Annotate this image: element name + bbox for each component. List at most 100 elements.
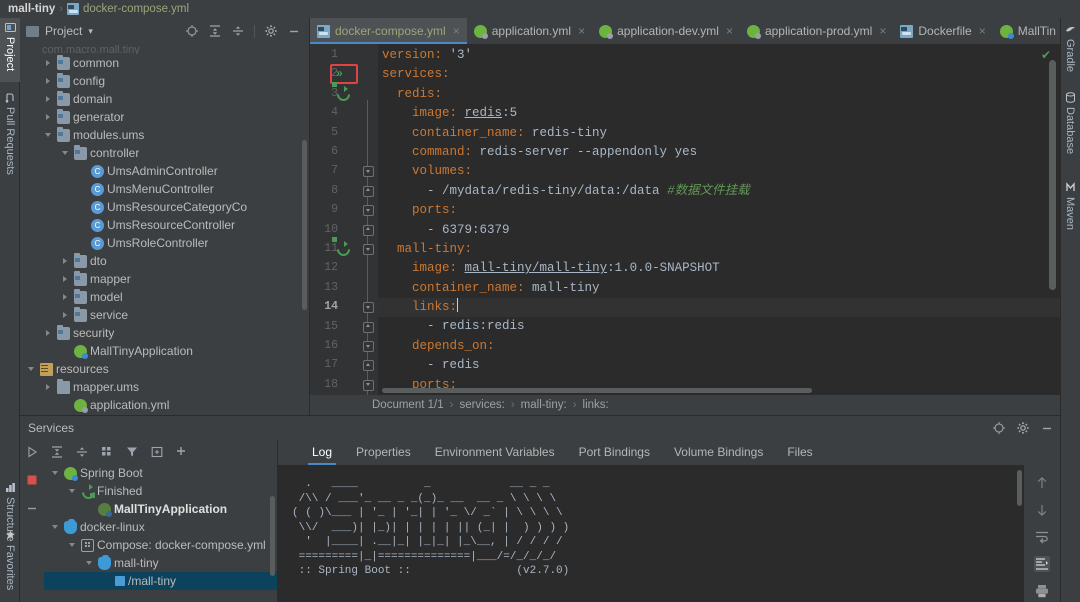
- editor-tab-dockerfile[interactable]: Dockerfile ×: [893, 18, 992, 44]
- breadcrumb-mall-tiny[interactable]: mall-tiny:: [521, 399, 567, 411]
- editor-gutter[interactable]: 1 2» 3 4 5 6 7 8 9 10 11 12 13 14 15 16 17 18: [310, 44, 378, 415]
- services-tree-scrollbar[interactable]: [270, 496, 275, 576]
- add-tab-icon[interactable]: [150, 445, 164, 459]
- editor-tab-malltin[interactable]: MallTin⌄: [993, 18, 1060, 44]
- breadcrumb-project[interactable]: mall-tiny: [8, 3, 55, 15]
- close-icon[interactable]: ×: [453, 25, 460, 37]
- chevron-right-icon[interactable]: [60, 310, 71, 321]
- sidebar-item-gradle[interactable]: Gradle: [1060, 20, 1080, 82]
- breadcrumb-services[interactable]: services:: [459, 399, 504, 411]
- code-line[interactable]: services:: [378, 65, 1060, 84]
- run-icon[interactable]: [25, 445, 39, 459]
- fold-marker-icon[interactable]: [363, 185, 374, 197]
- close-icon[interactable]: ×: [979, 25, 986, 37]
- tree-item-config[interactable]: config: [20, 72, 309, 90]
- services-item--mall-tiny[interactable]: /mall-tiny: [44, 572, 277, 590]
- fold-marker-icon[interactable]: [363, 166, 374, 178]
- sidebar-item-maven[interactable]: Maven: [1060, 178, 1080, 244]
- code-line[interactable]: command: redis-server --appendonly yes: [378, 143, 1060, 162]
- chevron-down-icon[interactable]: [50, 522, 61, 533]
- tree-item-common[interactable]: common: [20, 54, 309, 72]
- editor-horizontal-scrollbar[interactable]: [382, 388, 1080, 393]
- chevron-right-icon[interactable]: [43, 382, 54, 393]
- code-line[interactable]: - redis:redis: [378, 317, 1060, 336]
- fold-marker-icon[interactable]: [363, 321, 374, 333]
- minimize-icon[interactable]: [287, 24, 301, 38]
- minimize-icon[interactable]: [1040, 421, 1054, 435]
- tree-item-model[interactable]: model: [20, 288, 309, 306]
- project-tree[interactable]: com.macro.mall.tiny common config domain ge…: [20, 44, 309, 415]
- fold-marker-icon[interactable]: [363, 244, 374, 255]
- add-service-icon[interactable]: [175, 445, 189, 459]
- code-line[interactable]: version: '3': [378, 46, 1060, 65]
- tree-item-application-yml[interactable]: application.yml: [20, 396, 309, 414]
- tree-item-umsrolecontroller[interactable]: C UmsRoleController: [20, 234, 309, 252]
- collapse-all-icon[interactable]: [75, 445, 89, 459]
- sidebar-item-project[interactable]: Project: [0, 18, 20, 82]
- code-line[interactable]: - 6379:6379: [378, 221, 1060, 240]
- fold-marker-icon[interactable]: [363, 205, 374, 217]
- expand-all-icon[interactable]: [208, 24, 222, 38]
- editor-scrollbar[interactable]: [1049, 60, 1056, 290]
- sidebar-item-database[interactable]: Database: [1060, 88, 1080, 170]
- tree-item-resources[interactable]: resources: [20, 360, 309, 378]
- gear-icon[interactable]: [1016, 421, 1030, 435]
- editor-tab-application-dev-yml[interactable]: application-dev.yml ×: [592, 18, 740, 44]
- chevron-down-icon[interactable]: [50, 468, 61, 479]
- tree-item-mapper[interactable]: mapper: [20, 270, 309, 288]
- services-item-spring-boot[interactable]: Spring Boot: [44, 464, 277, 482]
- run-service-icon[interactable]: [332, 81, 350, 101]
- editor-tab-docker-compose-yml[interactable]: docker-compose.yml ×: [310, 18, 467, 44]
- close-icon[interactable]: ×: [578, 25, 585, 37]
- breadcrumb-links[interactable]: links:: [583, 399, 609, 411]
- code-line[interactable]: image: redis:5: [378, 104, 1060, 123]
- services-tab-properties[interactable]: Properties: [344, 440, 423, 465]
- chevron-down-icon[interactable]: [67, 540, 78, 551]
- code-line[interactable]: ports:: [378, 201, 1060, 220]
- services-tab-environment-variables[interactable]: Environment Variables: [423, 440, 567, 465]
- chevron-right-icon[interactable]: [43, 58, 54, 69]
- services-item-finished[interactable]: Finished: [44, 482, 277, 500]
- services-item-docker-linux[interactable]: docker-linux: [44, 518, 277, 536]
- tree-item-security[interactable]: security: [20, 324, 309, 342]
- gear-icon[interactable]: [264, 24, 278, 38]
- chevron-down-icon[interactable]: [84, 558, 95, 569]
- services-tree[interactable]: Spring Boot Finished MallTinyApplication do…: [44, 464, 277, 602]
- close-icon[interactable]: ×: [726, 25, 733, 37]
- tree-item-umsresourcecontroller[interactable]: C UmsResourceController: [20, 216, 309, 234]
- scroll-up-icon[interactable]: [1034, 475, 1050, 491]
- code-line[interactable]: volumes:: [378, 162, 1060, 181]
- chevron-right-icon[interactable]: [43, 112, 54, 123]
- code-line[interactable]: depends_on:: [378, 337, 1060, 356]
- breadcrumb-file[interactable]: docker-compose.yml: [83, 3, 189, 15]
- tree-item-dto[interactable]: dto: [20, 252, 309, 270]
- stop-icon[interactable]: [25, 473, 39, 487]
- run-service-icon[interactable]: [332, 237, 350, 256]
- tree-item-modules-ums[interactable]: modules.ums: [20, 126, 309, 144]
- code-line[interactable]: image: mall-tiny/mall-tiny:1.0.0-SNAPSHO…: [378, 259, 1060, 278]
- code-line[interactable]: - /mydata/redis-tiny/data:/data #数据文件挂载: [378, 182, 1060, 201]
- scroll-to-end-icon[interactable]: [1034, 556, 1050, 572]
- services-tab-files[interactable]: Files: [775, 440, 824, 465]
- services-tab-port-bindings[interactable]: Port Bindings: [567, 440, 662, 465]
- editor-tab-application-yml[interactable]: application.yml ×: [467, 18, 592, 44]
- code-line[interactable]: - redis: [378, 356, 1060, 375]
- tree-item-generator[interactable]: generator: [20, 108, 309, 126]
- fold-marker-icon[interactable]: [363, 224, 374, 236]
- code-line[interactable]: links:: [378, 298, 1060, 318]
- tree-item-umsadmincontroller[interactable]: C UmsAdminController: [20, 162, 309, 180]
- services-tab-log[interactable]: Log: [300, 440, 344, 465]
- sidebar-item-pull-requests[interactable]: Pull Requests: [0, 88, 20, 186]
- group-icon[interactable]: [100, 445, 114, 459]
- close-icon[interactable]: ×: [879, 25, 886, 37]
- code-editor[interactable]: 1 2» 3 4 5 6 7 8 9 10 11 12 13 14 15 16 17 18 version: '3…: [310, 44, 1060, 415]
- chevron-right-icon[interactable]: [43, 328, 54, 339]
- chevron-right-icon[interactable]: [43, 76, 54, 87]
- fold-marker-icon[interactable]: [363, 341, 374, 352]
- code-line[interactable]: mall-tiny:: [378, 240, 1060, 259]
- tree-item-umsmenucontroller[interactable]: C UmsMenuController: [20, 180, 309, 198]
- collapse-all-icon[interactable]: [231, 24, 245, 38]
- soft-wrap-icon[interactable]: [1034, 529, 1050, 545]
- code-line[interactable]: redis:: [378, 85, 1060, 104]
- locate-icon[interactable]: [185, 24, 199, 38]
